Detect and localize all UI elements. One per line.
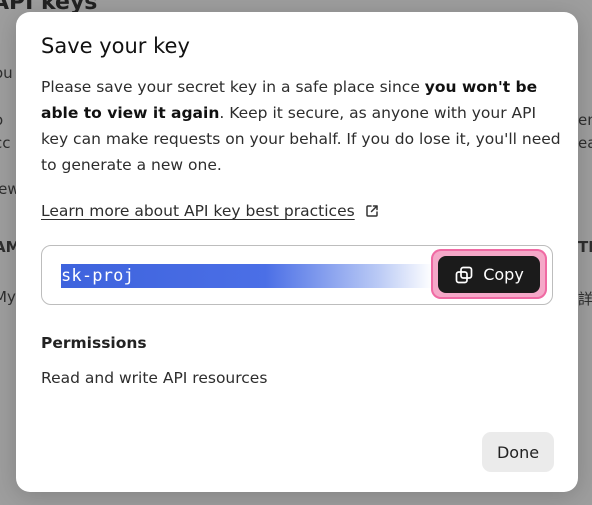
copy-icon xyxy=(454,265,474,285)
external-link-icon xyxy=(365,204,379,218)
done-button[interactable]: Done xyxy=(482,432,554,472)
copy-button-label: Copy xyxy=(483,265,524,284)
description-text: Please save your secret key in a safe pl… xyxy=(41,78,425,96)
api-key-field[interactable]: sk-proj Copy xyxy=(41,245,553,305)
background-text-fragment: cc xyxy=(0,134,11,152)
api-key-value[interactable]: sk-proj xyxy=(61,264,134,288)
background-text-fragment: TE xyxy=(578,238,592,256)
save-key-dialog: Save your key Please save your secret ke… xyxy=(16,12,578,492)
permissions-value: Read and write API resources xyxy=(41,369,268,387)
learn-more-link-label: Learn more about API key best practices xyxy=(41,202,355,220)
permissions-heading: Permissions xyxy=(41,334,147,352)
background-text-fragment: ou xyxy=(0,64,13,82)
background-text-fragment: eal xyxy=(578,134,592,152)
background-text-fragment: 詳細 xyxy=(578,290,592,308)
learn-more-link[interactable]: Learn more about API key best practices xyxy=(41,202,379,220)
copy-button[interactable]: Copy xyxy=(438,256,540,293)
dialog-description: Please save your secret key in a safe pl… xyxy=(41,74,561,178)
dialog-title: Save your key xyxy=(41,34,190,58)
background-text-fragment: o xyxy=(0,111,3,129)
background-text-fragment: en xyxy=(578,111,592,129)
